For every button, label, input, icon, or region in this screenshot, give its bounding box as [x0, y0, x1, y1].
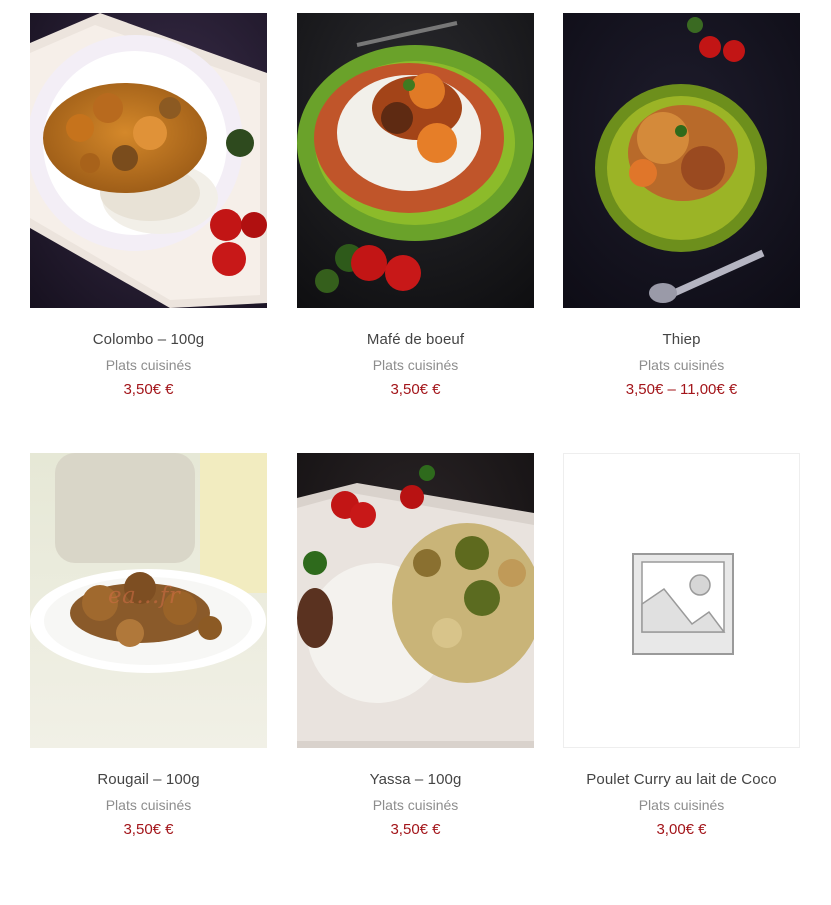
product-category[interactable]: Plats cuisinés [30, 354, 267, 376]
product-category[interactable]: Plats cuisinés [30, 794, 267, 816]
product-title[interactable]: Rougail – 100g [30, 769, 267, 791]
product-price: 3,50€ € [123, 381, 174, 398]
rougail-dish-image[interactable]: ea...fr [30, 453, 267, 748]
product-category[interactable]: Plats cuisinés [563, 354, 800, 376]
product-price: 3,00€ € [656, 821, 707, 838]
product-card-rougail[interactable]: ea...fr Rougail – 100g Plats cuisinés 3,… [30, 453, 267, 841]
colombo-dish-image[interactable] [30, 13, 267, 308]
thiep-dish-image[interactable] [563, 13, 800, 308]
product-price: 3,50€ – 11,00€ € [625, 381, 738, 398]
product-card-colombo[interactable]: Colombo – 100g Plats cuisinés 3,50€ € [30, 13, 267, 401]
product-card-thiep[interactable]: Thiep Plats cuisinés 3,50€ – 11,00€ € [563, 13, 800, 401]
watermark-text: ea...fr [108, 583, 181, 609]
mafe-dish-image[interactable] [297, 13, 534, 308]
product-card-poulet-curry[interactable]: Poulet Curry au lait de Coco Plats cuisi… [563, 453, 800, 841]
product-title[interactable]: Thiep [563, 329, 800, 351]
product-title[interactable]: Yassa – 100g [297, 769, 534, 791]
yassa-dish-image[interactable] [297, 453, 534, 748]
product-category[interactable]: Plats cuisinés [297, 794, 534, 816]
product-price: 3,50€ € [123, 821, 174, 838]
placeholder-image-icon [632, 553, 734, 655]
product-card-mafe[interactable]: Mafé de boeuf Plats cuisinés 3,50€ € [297, 13, 534, 401]
product-category[interactable]: Plats cuisinés [563, 794, 800, 816]
product-title[interactable]: Mafé de boeuf [297, 329, 534, 351]
product-title[interactable]: Poulet Curry au lait de Coco [563, 769, 800, 791]
product-price: 3,50€ € [390, 821, 441, 838]
product-card-yassa[interactable]: Yassa – 100g Plats cuisinés 3,50€ € [297, 453, 534, 841]
product-title[interactable]: Colombo – 100g [30, 329, 267, 351]
product-category[interactable]: Plats cuisinés [297, 354, 534, 376]
product-price: 3,50€ € [390, 381, 441, 398]
product-grid: Colombo – 100g Plats cuisinés 3,50€ € Ma… [0, 0, 831, 905]
placeholder-image[interactable] [563, 453, 800, 748]
